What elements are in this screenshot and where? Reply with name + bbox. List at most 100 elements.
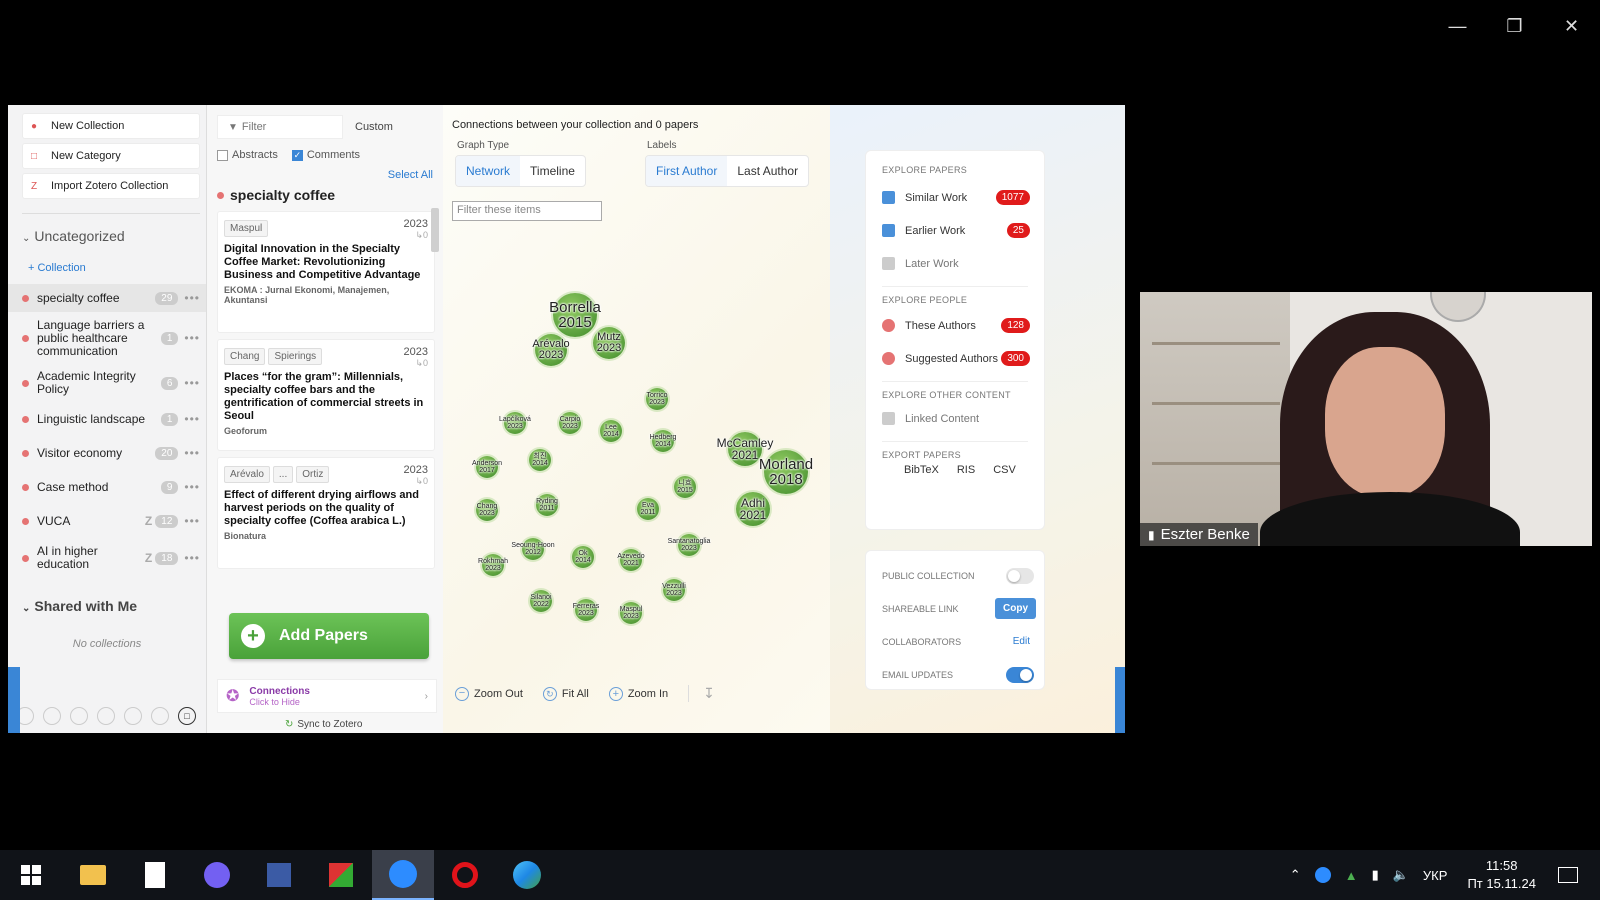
- uncategorized-heading[interactable]: ⌄ Uncategorized: [8, 228, 206, 244]
- zoom-in-icon: +: [608, 686, 623, 701]
- new-collection-button[interactable]: ● New Collection: [22, 113, 200, 139]
- chevron-up-icon[interactable]: ⌃: [1290, 867, 1301, 883]
- collection-item[interactable]: VUCA Z 12 •••: [8, 504, 206, 538]
- video-camera-icon[interactable]: □: [178, 707, 196, 725]
- graph-node-label: Silanoi 2022: [530, 594, 552, 608]
- windows-start-icon[interactable]: [0, 850, 62, 900]
- author-tag[interactable]: Arévalo: [224, 466, 270, 483]
- zotero-sync-icon: Z: [144, 514, 153, 528]
- earlier-work-item[interactable]: Earlier Work 25: [866, 214, 1044, 247]
- new-category-button[interactable]: □ New Category: [22, 143, 200, 169]
- connections-toggle[interactable]: ✪ Connections Click to Hide ›: [217, 679, 437, 713]
- add-collection-link[interactable]: + Collection: [8, 262, 206, 274]
- custom-sort[interactable]: Custom: [355, 121, 393, 133]
- fit-all-button[interactable]: ↻ Fit All: [542, 686, 589, 701]
- select-all-link[interactable]: Select All: [207, 169, 433, 181]
- explore-papers-heading: EXPLORE PAPERS: [882, 165, 968, 175]
- suggested-authors-item[interactable]: Suggested Authors 300: [866, 342, 1044, 375]
- collection-item[interactable]: specialty coffee 29 •••: [8, 284, 206, 312]
- network-graph[interactable]: Borrella 2015 Arévalo 2023 Mutz 2023 Torrico 20…: [443, 105, 830, 733]
- public-collection-toggle[interactable]: [1006, 567, 1034, 584]
- email-updates-toggle[interactable]: [1006, 666, 1034, 683]
- export-papers-heading: EXPORT PAPERS: [882, 450, 961, 460]
- collection-item[interactable]: Language barriers a public healthcare co…: [8, 312, 206, 364]
- author-tag[interactable]: Chang: [224, 348, 266, 365]
- toolbar-icon[interactable]: [70, 707, 88, 725]
- graph-node-label: Carpio 2023: [559, 416, 581, 430]
- more-icon[interactable]: •••: [184, 331, 200, 345]
- author-tag[interactable]: Spierings: [268, 348, 323, 365]
- toolbar-icon[interactable]: [124, 707, 142, 725]
- language-indicator[interactable]: УКР: [1423, 868, 1448, 883]
- more-icon[interactable]: •••: [184, 446, 200, 460]
- clock[interactable]: 11:58 Пт 15.11.24: [1467, 857, 1536, 893]
- opera-icon[interactable]: [434, 850, 496, 900]
- comments-checkbox[interactable]: ✓: [291, 149, 303, 161]
- more-icon[interactable]: •••: [184, 376, 200, 390]
- calculator-icon[interactable]: [124, 850, 186, 900]
- export-ris[interactable]: RIS: [957, 464, 975, 476]
- participant-video[interactable]: ▮ Eszter Benke: [1140, 292, 1592, 546]
- copy-button[interactable]: Copy: [995, 598, 1036, 619]
- more-icon[interactable]: •••: [184, 551, 200, 565]
- import-zotero-button[interactable]: Z Import Zotero Collection: [22, 173, 200, 199]
- toolbar-icon[interactable]: [43, 707, 61, 725]
- author-tag[interactable]: ...: [272, 466, 294, 483]
- collection-item[interactable]: Academic Integrity Policy 6 •••: [8, 364, 206, 402]
- zoom-icon[interactable]: [372, 850, 434, 900]
- collection-item[interactable]: Linguistic landscape 1 •••: [8, 402, 206, 436]
- graph-node-label: Anderson 2017: [472, 460, 502, 474]
- edge-icon[interactable]: [496, 850, 558, 900]
- download-icon[interactable]: ↧: [688, 685, 715, 702]
- sync-zotero-link[interactable]: ↻ Sync to Zotero: [285, 719, 362, 730]
- collection-item[interactable]: Visitor economy 20 •••: [8, 436, 206, 470]
- toolbar-icon[interactable]: [97, 707, 115, 725]
- paper-journal: EKOMA : Jurnal Ekonomi, Manajemen, Akunt…: [224, 285, 390, 305]
- more-icon[interactable]: •••: [184, 514, 200, 528]
- notifications-icon[interactable]: [1558, 867, 1578, 883]
- email-updates-row: EMAIL UPDATES: [866, 658, 1044, 691]
- microphone-icon[interactable]: ▮: [1372, 867, 1379, 883]
- minimize-icon[interactable]: —: [1429, 8, 1486, 44]
- paper-year: 2023 ↳0: [403, 218, 428, 240]
- no-collections-text: No collections: [72, 638, 142, 650]
- presentation-app-icon[interactable]: [310, 850, 372, 900]
- toolbar-icon[interactable]: [151, 707, 169, 725]
- zoom-in-button[interactable]: + Zoom In: [608, 686, 668, 701]
- restore-icon[interactable]: ❐: [1486, 8, 1543, 44]
- export-bibtex[interactable]: BibTeX: [904, 464, 939, 476]
- collection-item[interactable]: Case method 9 •••: [8, 470, 206, 504]
- collection-title: specialty coffee: [230, 187, 336, 203]
- edit-collaborators-link[interactable]: Edit: [1013, 636, 1030, 647]
- graph-node-label: Ferreras 2023: [572, 603, 600, 617]
- paper-card[interactable]: Arévalo... Ortiz 2023 ↳0 Effect of differe…: [217, 457, 435, 569]
- app-tray-icon[interactable]: ▲: [1345, 868, 1358, 883]
- filter-input[interactable]: ▼ Filter: [217, 115, 343, 139]
- shared-with-me-heading[interactable]: ⌄ Shared with Me: [8, 598, 206, 614]
- paper-card[interactable]: Maspul 2023 ↳0 Digital Innovation in the …: [217, 211, 435, 333]
- more-icon[interactable]: •••: [184, 412, 200, 426]
- linked-content-item[interactable]: Linked Content: [866, 402, 1044, 435]
- viber-icon[interactable]: [186, 850, 248, 900]
- similar-work-item[interactable]: Similar Work 1077: [866, 181, 1044, 214]
- paper-journal: Geoforum: [224, 426, 268, 436]
- author-tag[interactable]: Ortiz: [296, 466, 330, 483]
- paper-card[interactable]: Chang Spierings 2023 ↳0 Places “for the gr…: [217, 339, 435, 451]
- export-csv[interactable]: CSV: [993, 464, 1016, 476]
- collection-item[interactable]: AI in higher education Z 18 •••: [8, 538, 206, 578]
- connections-icon: ✪: [226, 688, 240, 705]
- author-tag[interactable]: Maspul: [224, 220, 269, 237]
- zoom-out-button[interactable]: − Zoom Out: [455, 686, 523, 701]
- volume-icon[interactable]: 🔈: [1393, 867, 1409, 883]
- zoom-tray-icon[interactable]: [1314, 867, 1331, 883]
- these-authors-item[interactable]: These Authors 128: [866, 309, 1044, 342]
- more-icon[interactable]: •••: [184, 480, 200, 494]
- abstracts-checkbox[interactable]: [217, 149, 228, 161]
- file-explorer-icon[interactable]: [62, 850, 124, 900]
- more-icon[interactable]: •••: [184, 291, 200, 305]
- save-app-icon[interactable]: [248, 850, 310, 900]
- add-papers-button[interactable]: + Add Papers: [229, 613, 429, 659]
- later-work-item[interactable]: Later Work: [866, 247, 1044, 280]
- close-icon[interactable]: ✕: [1543, 8, 1600, 44]
- list-scrollbar[interactable]: [431, 200, 439, 600]
